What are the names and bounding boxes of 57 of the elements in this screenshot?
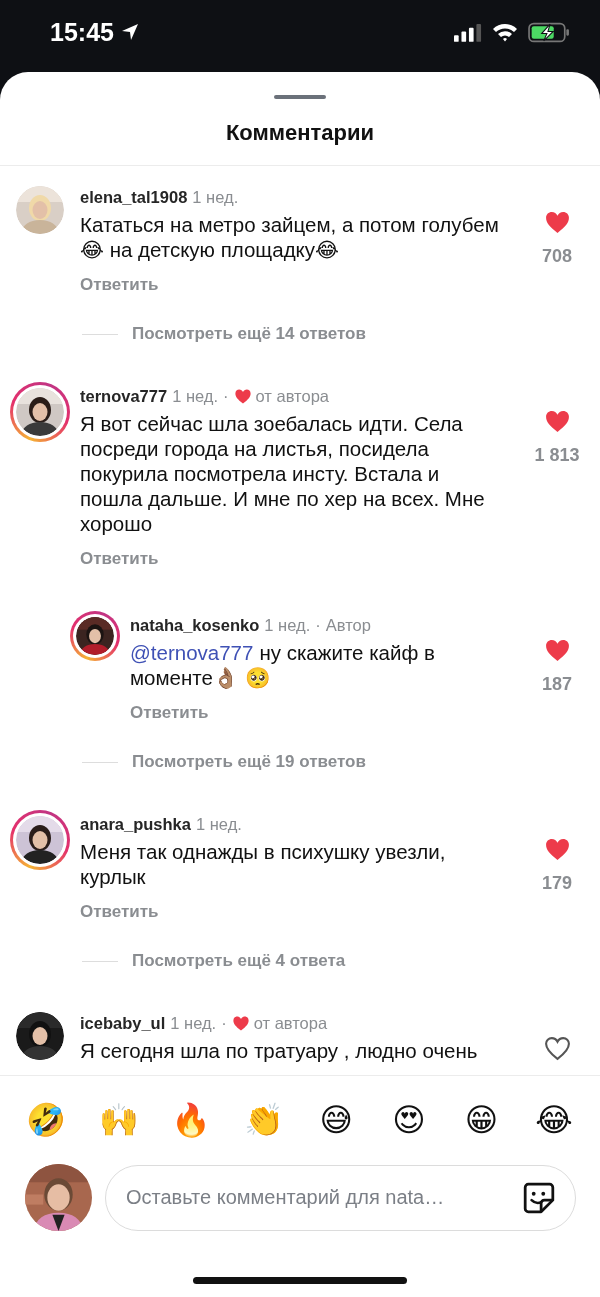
comment-text: @ternova777 ну скажите кайф в моменте👌🏽 🥺 bbox=[130, 640, 436, 690]
emoji-button[interactable]: 🔥 bbox=[171, 1101, 212, 1139]
username[interactable]: nataha_kosenko bbox=[130, 615, 260, 635]
mention-link[interactable]: @ternova777 bbox=[130, 641, 254, 664]
timestamp: 1 нед. bbox=[196, 814, 242, 834]
comment-field[interactable]: Оставьте комментарий для nata… bbox=[105, 1164, 576, 1231]
status-time: 15:45 bbox=[50, 17, 114, 47]
view-replies-link[interactable]: Посмотреть ещё 14 ответов bbox=[132, 324, 366, 344]
view-replies-link[interactable]: Посмотреть ещё 19 ответов bbox=[132, 752, 366, 772]
timestamp: 1 нед. bbox=[170, 1013, 217, 1033]
liked-by-author-label: от автора bbox=[253, 1013, 328, 1033]
username[interactable]: elena_tal1908 bbox=[80, 187, 188, 207]
like-count: 708 bbox=[541, 246, 572, 267]
signal-icon bbox=[454, 22, 482, 42]
comment-text: Меня так однажды в психушку увезли, курлык bbox=[80, 839, 447, 889]
like-count: 179 bbox=[541, 873, 572, 894]
reply-link[interactable]: Ответить bbox=[80, 902, 159, 922]
timestamp: 1 нед. bbox=[264, 615, 311, 635]
username[interactable]: anara_pushka bbox=[80, 814, 191, 834]
username[interactable]: ternova777 bbox=[80, 386, 168, 406]
timestamp: 1 нед. bbox=[192, 187, 239, 207]
sheet-title: Комментарии bbox=[225, 120, 375, 146]
liked-by-author-label: от автора bbox=[255, 386, 329, 406]
emoji-button[interactable]: 😂 bbox=[533, 1101, 574, 1139]
heart-icon[interactable] bbox=[543, 1036, 571, 1061]
heart-icon[interactable] bbox=[543, 638, 571, 663]
emoji-button[interactable]: 😅 bbox=[316, 1101, 357, 1139]
heart-icon[interactable] bbox=[543, 210, 571, 235]
like-count: 1 813 bbox=[534, 445, 580, 466]
heart-icon bbox=[233, 387, 252, 405]
separator-dot: · bbox=[315, 615, 321, 635]
heart-icon[interactable] bbox=[543, 409, 571, 434]
comment-text: Я сегодня шла по тратуару , людно очень bbox=[80, 1038, 479, 1063]
comment-text: Кататься на метро зайцем, а потом голубем 😂 на детскую площадку😂 bbox=[80, 212, 500, 262]
reply-link[interactable]: Ответить bbox=[80, 549, 159, 569]
separator-dot: · bbox=[223, 386, 229, 406]
reply-link[interactable]: Ответить bbox=[80, 275, 159, 295]
username[interactable]: icebaby_ul bbox=[80, 1013, 166, 1033]
emoji-button[interactable]: 🤣 bbox=[26, 1101, 66, 1139]
reply-link[interactable]: Ответить bbox=[130, 703, 209, 723]
wifi-icon bbox=[492, 22, 518, 42]
story-ring[interactable] bbox=[70, 611, 120, 661]
like-count: 187 bbox=[541, 674, 572, 695]
battery-charging-icon bbox=[528, 21, 570, 43]
separator-dot: · bbox=[221, 1013, 227, 1033]
drag-handle[interactable] bbox=[274, 95, 326, 99]
heart-icon bbox=[231, 1014, 250, 1032]
timestamp: 1 нед. bbox=[172, 386, 219, 406]
sticker-icon[interactable] bbox=[522, 1180, 556, 1215]
emoji-button[interactable]: 😍 bbox=[388, 1101, 429, 1139]
author-label: Автор bbox=[325, 615, 371, 635]
story-ring[interactable] bbox=[10, 810, 70, 870]
emoji-button[interactable]: 😁 bbox=[461, 1101, 502, 1139]
story-ring[interactable] bbox=[10, 382, 70, 442]
heart-icon[interactable] bbox=[543, 837, 571, 862]
comment-text: Я вот сейчас шла зоебалась идти. Села посреди города на листья, посидела покурила посмотрела инсту. Встала и пошла дальше. И мне по хер на всех. Мне хорошо bbox=[80, 411, 486, 536]
view-replies-link[interactable]: Посмотреть ещё 4 ответа bbox=[132, 951, 346, 971]
